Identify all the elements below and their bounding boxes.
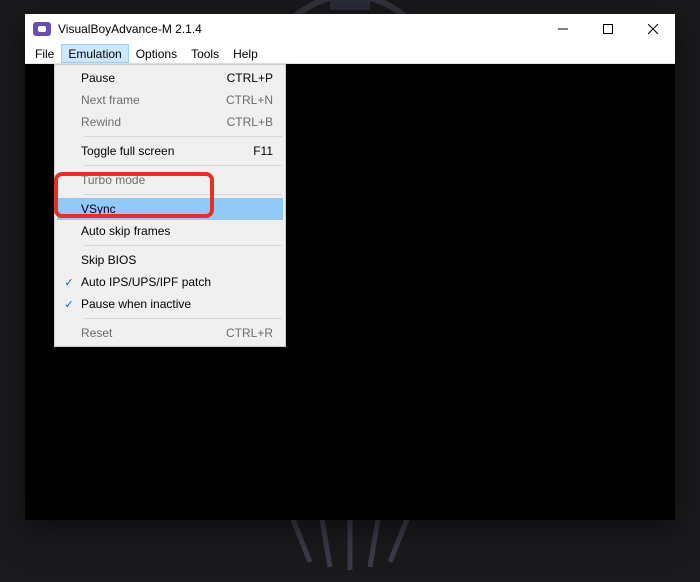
menu-tools[interactable]: Tools [184,44,226,63]
menuitem-label: Toggle full screen [81,144,253,158]
menuitem-auto-skip-frames[interactable]: Auto skip frames [57,220,283,242]
menuitem-toggle-full-screen[interactable]: Toggle full screenF11 [57,140,283,162]
menuitem-shortcut: CTRL+R [226,326,283,340]
menuitem-label: Pause [81,71,227,85]
menuitem-label: VSync [81,202,283,216]
close-button[interactable] [630,14,675,44]
maximize-icon [603,24,613,34]
menu-options[interactable]: Options [129,44,184,63]
menuitem-auto-ips-ups-ipf-patch[interactable]: ✓Auto IPS/UPS/IPF patch [57,271,283,293]
check-icon: ✓ [57,298,81,311]
menu-separator [84,318,282,319]
window-title: VisualBoyAdvance-M 2.1.4 [58,22,540,36]
menuitem-vsync[interactable]: VSync [57,198,283,220]
menuitem-shortcut: F11 [253,144,283,158]
menuitem-label: Pause when inactive [81,297,283,311]
menuitem-shortcut: CTRL+N [226,93,283,107]
menu-separator [84,194,282,195]
menuitem-label: Auto IPS/UPS/IPF patch [81,275,283,289]
menuitem-label: Turbo mode [81,173,283,187]
minimize-button[interactable] [540,14,585,44]
emulator-display: PauseCTRL+PNext frameCTRL+NRewindCTRL+BT… [25,64,675,520]
check-icon: ✓ [57,276,81,289]
titlebar[interactable]: VisualBoyAdvance-M 2.1.4 [25,14,675,44]
menuitem-shortcut: CTRL+P [227,71,283,85]
menu-separator [84,245,282,246]
maximize-button[interactable] [585,14,630,44]
menuitem-turbo-mode: Turbo mode [57,169,283,191]
menuitem-skip-bios[interactable]: Skip BIOS [57,249,283,271]
menuitem-label: Auto skip frames [81,224,283,238]
menuitem-label: Reset [81,326,226,340]
menuitem-label: Rewind [81,115,227,129]
menu-separator [84,136,282,137]
menu-emulation[interactable]: Emulation [61,44,128,63]
menuitem-label: Skip BIOS [81,253,283,267]
emulation-menu-dropdown: PauseCTRL+PNext frameCTRL+NRewindCTRL+BT… [54,64,286,347]
close-icon [648,24,658,34]
menuitem-rewind: RewindCTRL+B [57,111,283,133]
menuitem-shortcut: CTRL+B [227,115,283,129]
window-controls [540,14,675,44]
menuitem-next-frame: Next frameCTRL+N [57,89,283,111]
app-window: VisualBoyAdvance-M 2.1.4 FileEmulationOp… [25,14,675,520]
menu-separator [84,165,282,166]
minimize-icon [558,24,568,34]
menuitem-label: Next frame [81,93,226,107]
menubar: FileEmulationOptionsToolsHelp [25,44,675,64]
menu-file[interactable]: File [28,44,61,63]
menu-help[interactable]: Help [226,44,265,63]
menuitem-pause[interactable]: PauseCTRL+P [57,67,283,89]
menuitem-reset: ResetCTRL+R [57,322,283,344]
app-icon [33,22,51,36]
menuitem-pause-when-inactive[interactable]: ✓Pause when inactive [57,293,283,315]
